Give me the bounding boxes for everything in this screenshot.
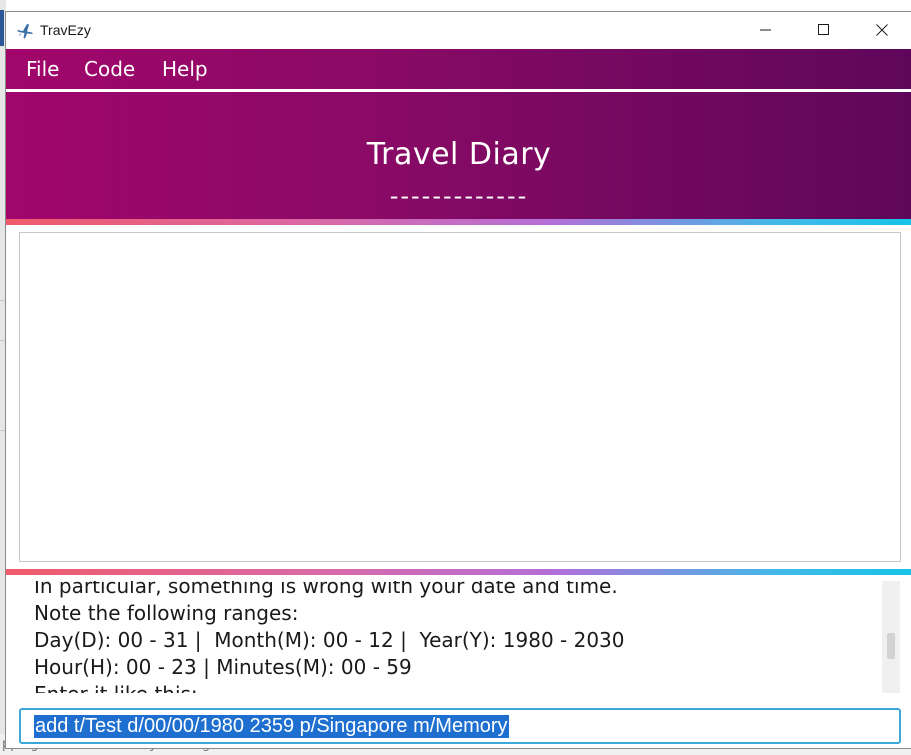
maximize-icon (818, 21, 830, 40)
maximize-button[interactable] (795, 12, 853, 49)
result-line: In particular, something is wrong with y… (34, 581, 618, 598)
command-input-value: add t/Test d/00/00/1980 2359 p/Singapore… (34, 715, 509, 738)
scroll-thumb[interactable] (887, 633, 895, 659)
page-title: Travel Diary (366, 137, 552, 172)
result-line: Enter it like this: (34, 682, 198, 693)
title-underline: ------------- (389, 182, 529, 210)
window-title: TravEzy (40, 22, 91, 38)
menu-bar: File Code Help (6, 49, 911, 89)
accent-divider (6, 219, 911, 225)
result-message: In particular, something is wrong with y… (34, 581, 874, 693)
app-window: TravEzy File Code Help Travel Diary ----… (5, 11, 911, 749)
result-line: Note the following ranges: (34, 601, 299, 625)
close-button[interactable] (853, 12, 911, 49)
menu-file[interactable]: File (26, 57, 59, 81)
result-display[interactable]: In particular, something is wrong with y… (19, 581, 895, 693)
result-line: Hour(H): 00 - 23 | Minutes(M): 00 - 59 (34, 655, 412, 679)
diary-list-panel[interactable] (19, 232, 901, 562)
menu-code[interactable]: Code (84, 57, 135, 81)
command-input[interactable]: add t/Test d/00/00/1980 2359 p/Singapore… (19, 708, 901, 744)
result-scrollbar[interactable] (882, 581, 900, 693)
title-bar[interactable]: TravEzy (6, 12, 911, 49)
accent-divider (6, 569, 911, 575)
menu-help[interactable]: Help (162, 57, 208, 81)
result-line: Day(D): 00 - 31 | Month(M): 00 - 12 | Ye… (34, 628, 625, 652)
airplane-icon (16, 22, 34, 40)
minimize-button[interactable] (737, 12, 795, 49)
minimize-icon (760, 21, 772, 40)
close-icon (876, 21, 888, 40)
background-window-accent (0, 10, 4, 46)
header-banner: Travel Diary ------------- (6, 92, 911, 219)
